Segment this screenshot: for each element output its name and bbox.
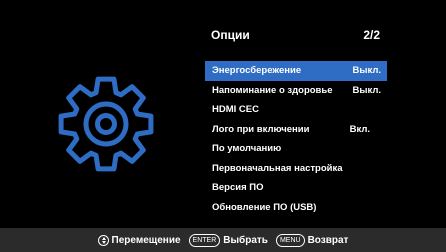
hint-select-label: Выбрать [223,234,268,246]
menu-item-value: Выкл. [352,84,381,96]
menu-item-value: Вкл. [349,123,370,135]
hint-back-label: Возврат [307,234,349,246]
nav-updown-icon [97,234,109,246]
hint-select: ENTER Выбрать [188,233,268,247]
page-indicator: 2/2 [363,28,380,42]
menu-item-label: По умолчанию [212,143,282,155]
menu-item-hdmi-cec[interactable]: HDMI CEC [205,100,387,120]
menu-item-label: Обновление ПО (USB) [212,201,317,213]
hint-back: MENU Возврат [275,233,349,247]
hint-move-label: Перемещение [111,234,181,246]
menu-key-icon: MENU [275,233,305,247]
menu-title: Опции [211,28,250,42]
menu-item-value: Выкл. [352,65,381,77]
menu-item-label: Лого при включении [212,123,310,135]
menu-item-software-version[interactable]: Версия ПО [205,178,387,198]
menu-item-label: Энергосбережение [212,65,302,77]
menu-item-health-reminder[interactable]: Напоминание о здоровье Выкл. [205,81,387,101]
gear-icon [46,64,166,184]
menu-header: Опции 2/2 [211,27,383,43]
hint-move: Перемещение [97,234,181,246]
menu-item-label: Первоначальная настройка [212,162,343,174]
options-screen: Опции 2/2 Энергосбережение Выкл. Напомин… [0,0,446,252]
options-menu: Энергосбережение Выкл. Напоминание о здо… [205,61,387,217]
menu-item-label: Версия ПО [212,182,264,194]
menu-item-label: Напоминание о здоровье [212,84,333,96]
menu-item-initial-setup[interactable]: Первоначальная настройка [205,159,387,179]
menu-item-power-saving[interactable]: Энергосбережение Выкл. [205,61,387,81]
menu-item-software-update-usb[interactable]: Обновление ПО (USB) [205,198,387,218]
footer-hint-bar: Перемещение ENTER Выбрать MENU Возврат [0,228,446,252]
enter-key-icon: ENTER [188,233,221,247]
menu-item-label: HDMI CEC [212,104,259,116]
menu-item-default[interactable]: По умолчанию [205,139,387,159]
menu-item-boot-logo[interactable]: Лого при включении Вкл. [205,120,387,140]
